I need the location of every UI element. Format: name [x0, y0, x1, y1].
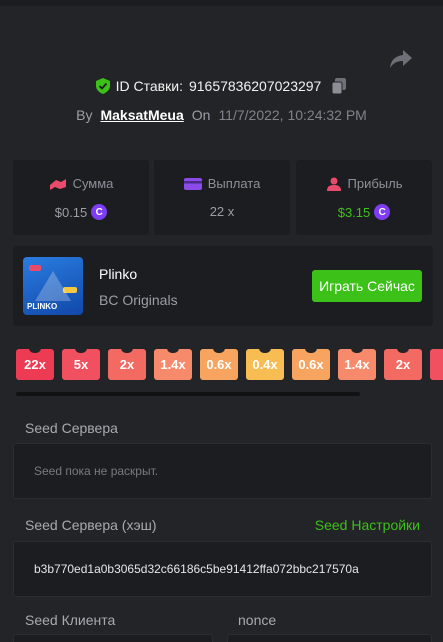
nonce-label: nonce: [238, 612, 277, 628]
game-provider: BC Originals: [99, 292, 178, 308]
multiplier-chip: 2x: [108, 349, 146, 380]
multiplier-chip: 0.6x: [200, 349, 238, 380]
bet-id-label: ID Ставки:: [115, 78, 183, 94]
stat-payout-label: Выплата: [207, 176, 261, 191]
bet-id-value: 91657836207023297: [188, 78, 322, 94]
multiplier-chip: 5x: [62, 349, 100, 380]
share-icon[interactable]: [389, 48, 413, 70]
server-seed-field: Seed пока не раскрыт.: [13, 443, 432, 499]
bet-datetime: 11/7/2022, 10:24:32 PM: [218, 107, 367, 123]
bet-meta-row: By MaksatMeua On 11/7/2022, 10:24:32 PM: [0, 107, 443, 123]
multiplier-chip: 2x: [384, 349, 422, 380]
nonce-field[interactable]: [227, 634, 432, 642]
stat-profit-label: Прибыль: [347, 176, 403, 191]
currency-coin-icon: C: [374, 204, 391, 220]
server-hash-field[interactable]: b3b770ed1a0b3065d32c66186c5be91412ffa072…: [13, 541, 432, 597]
stat-amount-value: $0.15: [54, 204, 88, 220]
username-link[interactable]: MaksatMeua: [100, 107, 183, 123]
stat-profit: Прибыль $3.15 C: [296, 160, 432, 235]
multiplier-chip: 0.4x: [246, 349, 284, 380]
multiplier-row: 22x 5x 2x 1.4x 0.6x 0.4x 0.6x 1.4x 2x: [16, 349, 443, 381]
game-name[interactable]: Plinko: [99, 266, 137, 282]
multiplier-chip: 1.4x: [338, 349, 376, 380]
stat-amount-label: Сумма: [72, 176, 114, 191]
multiplier-chip: [430, 349, 443, 380]
stat-profit-value: $3.15: [337, 204, 371, 220]
top-strip: [0, 0, 443, 6]
multiplier-chip: 22x: [16, 349, 54, 380]
server-seed-value: Seed пока не раскрыт.: [34, 464, 159, 478]
on-label: On: [191, 107, 211, 123]
server-hash-label: Seed Сервера (хэш): [25, 517, 157, 533]
by-label: By: [76, 107, 93, 123]
play-now-button[interactable]: Играть Сейчас: [312, 270, 422, 302]
stat-amount: Сумма $0.15 C: [13, 160, 149, 235]
shield-check-icon: [95, 78, 110, 94]
bet-id-row: ID Ставки: 91657836207023297: [0, 78, 443, 94]
client-seed-label: Seed Клиента: [25, 612, 116, 628]
multiplier-scrollbar[interactable]: [16, 392, 360, 396]
profit-user-icon: [326, 177, 341, 191]
game-thumbnail-brand: PLINKO: [27, 302, 58, 311]
money-bag-icon: [49, 178, 66, 190]
client-seed-field[interactable]: [13, 634, 213, 642]
seed-settings-link[interactable]: Seed Настройки: [315, 517, 420, 533]
stat-payout-value: 22 x: [209, 204, 235, 219]
currency-coin-icon: C: [91, 204, 108, 220]
copy-icon[interactable]: [331, 78, 347, 94]
server-hash-value: b3b770ed1a0b3065d32c66186c5be91412ffa072…: [34, 562, 359, 576]
card-icon: [183, 177, 202, 190]
multiplier-chip: 1.4x: [154, 349, 192, 380]
server-seed-label: Seed Сервера: [25, 420, 118, 436]
game-thumbnail[interactable]: PLINKO: [23, 257, 83, 315]
stat-payout: Выплата 22 x: [154, 160, 290, 235]
game-card: PLINKO Plinko BC Originals Играть Сейчас: [13, 246, 433, 326]
multiplier-chip: 0.6x: [292, 349, 330, 380]
